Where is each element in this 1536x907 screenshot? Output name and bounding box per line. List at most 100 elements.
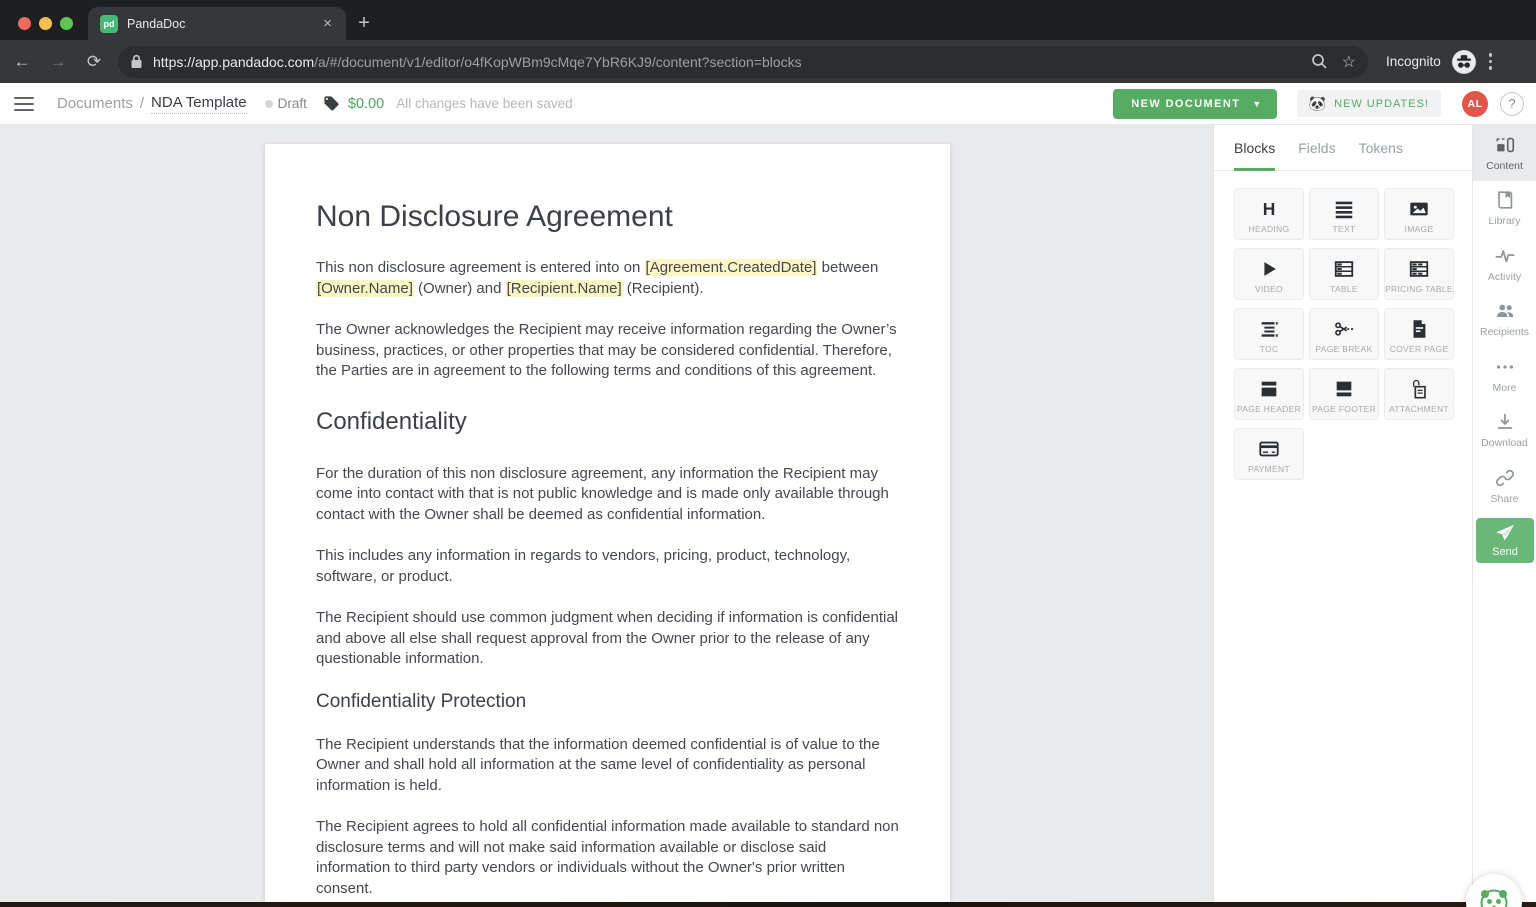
text-segment: (Recipient). [623,280,704,297]
document-paragraph[interactable]: This includes any information in regards… [316,546,900,587]
page-break-icon [1333,315,1355,343]
macos-window-controls[interactable] [18,17,73,30]
document-paragraph[interactable]: The Recipient should use common judgment… [316,608,900,670]
new-updates-button[interactable]: 🐼 NEW UPDATES! [1297,90,1441,117]
search-icon[interactable] [1311,53,1328,70]
new-tab-button[interactable]: + [352,11,376,35]
document-paragraph[interactable]: For the duration of this non disclosure … [316,464,900,526]
attachment-icon [1408,375,1430,403]
block-tile-attachment[interactable]: ATTACHMENT [1384,368,1454,420]
rail-item-content[interactable]: Content [1473,125,1536,181]
block-tile-label: PAGE BREAK [1315,344,1372,354]
merge-token[interactable]: [Agreement.CreatedDate] [645,259,818,276]
document-paragraph[interactable]: The Recipient agrees to hold all confide… [316,817,900,899]
page-footer-icon [1333,375,1355,403]
back-icon[interactable]: ← [8,52,36,72]
video-icon [1258,255,1280,283]
forward-icon[interactable]: → [44,52,72,72]
tab-fields[interactable]: Fields [1298,125,1335,170]
main-menu-icon[interactable] [14,97,34,111]
autosave-status: All changes have been saved [396,96,572,111]
merge-token[interactable]: [Owner.Name] [316,280,414,297]
block-tile-label: TEXT [1333,224,1356,234]
block-tile-cover-page[interactable]: COVER PAGE [1384,308,1454,360]
pandadoc-favicon: pd [100,15,118,33]
content-icon [1494,134,1516,156]
new-document-button[interactable]: NEW DOCUMENT ▼ [1113,89,1276,119]
url-text[interactable]: https://app.pandadoc.com/a/#/document/v1… [153,54,1297,70]
block-tile-label: PAGE HEADER [1237,404,1301,414]
text-segment: (Owner) and [414,280,506,297]
document-title-field[interactable]: NDA Template [151,94,247,114]
block-tile-page-footer[interactable]: PAGE FOOTER [1309,368,1379,420]
browser-tab[interactable]: pd PandaDoc × [88,7,346,40]
payment-icon [1258,435,1280,463]
library-icon [1494,189,1516,211]
tab-blocks[interactable]: Blocks [1234,125,1275,170]
rail-item-activity[interactable]: Activity [1473,236,1536,292]
reload-icon[interactable]: ⟳ [80,52,108,72]
draft-status-dot [265,100,273,108]
document-paragraph[interactable]: The Owner acknowledges the Recipient may… [316,320,900,382]
block-tile-payment[interactable]: PAYMENT [1234,428,1304,480]
rail-item-library[interactable]: Library [1473,181,1536,237]
maximize-window-button[interactable] [60,17,73,30]
help-button[interactable]: ? [1500,92,1524,116]
block-tile-label: TOC [1260,344,1279,354]
price-tag-icon [323,95,340,112]
minimize-window-button[interactable] [39,17,52,30]
document-heading[interactable]: Confidentiality [316,408,900,436]
block-tile-label: TABLE [1330,284,1358,294]
block-tile-image[interactable]: IMAGE [1384,188,1454,240]
block-tile-heading[interactable]: HHEADING [1234,188,1304,240]
block-tile-label: PRICING TABLE [1385,284,1453,294]
table-icon [1333,255,1355,283]
merge-token[interactable]: [Recipient.Name] [506,280,623,297]
document-heading[interactable]: Non Disclosure Agreement [316,200,900,234]
download-icon [1494,411,1516,433]
svg-text:H: H [1263,199,1276,219]
bookmark-star-icon[interactable]: ☆ [1342,52,1356,72]
block-tile-toc[interactable]: TOC [1234,308,1304,360]
rail-item-label: Download [1481,437,1528,449]
avatar[interactable]: AL [1462,91,1488,117]
right-rail: ContentLibrary Activity RecipientsMore Down… [1472,125,1536,907]
block-tile-text[interactable]: TEXT [1309,188,1379,240]
breadcrumb: Documents / NDA Template [57,94,247,114]
address-bar[interactable]: https://app.pandadoc.com/a/#/document/v1… [118,46,1368,78]
pricing-table-icon [1408,255,1430,283]
document-paragraph[interactable]: The Recipient understands that the infor… [316,735,900,797]
block-tile-video[interactable]: VIDEO [1234,248,1304,300]
tab-close-icon[interactable]: × [321,15,334,32]
breadcrumb-documents-link[interactable]: Documents [57,95,133,112]
tab-title: PandaDoc [127,17,321,31]
send-button[interactable]: Send [1476,518,1534,563]
blocks-panel: Blocks Fields Tokens HHEADING TEXT IMAGE VIDE… [1213,125,1472,907]
rail-item-more[interactable]: More [1473,347,1536,403]
browser-menu-icon[interactable] [1489,53,1493,70]
editor-canvas: Non Disclosure Agreement This non disclos… [0,125,1213,907]
rail-item-download[interactable]: Download [1473,403,1536,459]
pandadoc-editor-screen: pd PandaDoc × + ← → ⟳ https://app.pandad… [0,0,1536,907]
block-tile-pricing-table[interactable]: PRICING TABLE [1384,248,1454,300]
close-window-button[interactable] [18,17,31,30]
main-area: Non Disclosure Agreement This non disclos… [0,125,1536,907]
browser-toolbar: ← → ⟳ https://app.pandadoc.com/a/#/docum… [0,40,1536,83]
tab-tokens[interactable]: Tokens [1359,125,1403,170]
block-tile-page-header[interactable]: PAGE HEADER [1234,368,1304,420]
app-header: Documents / NDA Template Draft $0.00 All… [0,83,1536,125]
document-paragraph[interactable]: This non disclosure agreement is entered… [316,258,900,299]
document-heading[interactable]: Confidentiality Protection [316,691,900,713]
block-tile-table[interactable]: TABLE [1309,248,1379,300]
document-page[interactable]: Non Disclosure Agreement This non disclos… [265,144,950,907]
block-tile-page-break[interactable]: PAGE BREAK [1309,308,1379,360]
block-tile-label: PAYMENT [1248,464,1290,474]
send-button-label: Send [1492,546,1518,558]
document-price[interactable]: $0.00 [348,96,384,112]
incognito-icon[interactable] [1451,49,1477,75]
url-path: /a/#/document/v1/editor/o4fKopWBm9cMqe7Y… [314,54,802,70]
rail-item-share[interactable]: Share [1473,458,1536,514]
text-segment: This non disclosure agreement is entered… [316,259,645,276]
rail-item-label: Activity [1488,271,1521,283]
rail-item-recipients[interactable]: Recipients [1473,292,1536,348]
